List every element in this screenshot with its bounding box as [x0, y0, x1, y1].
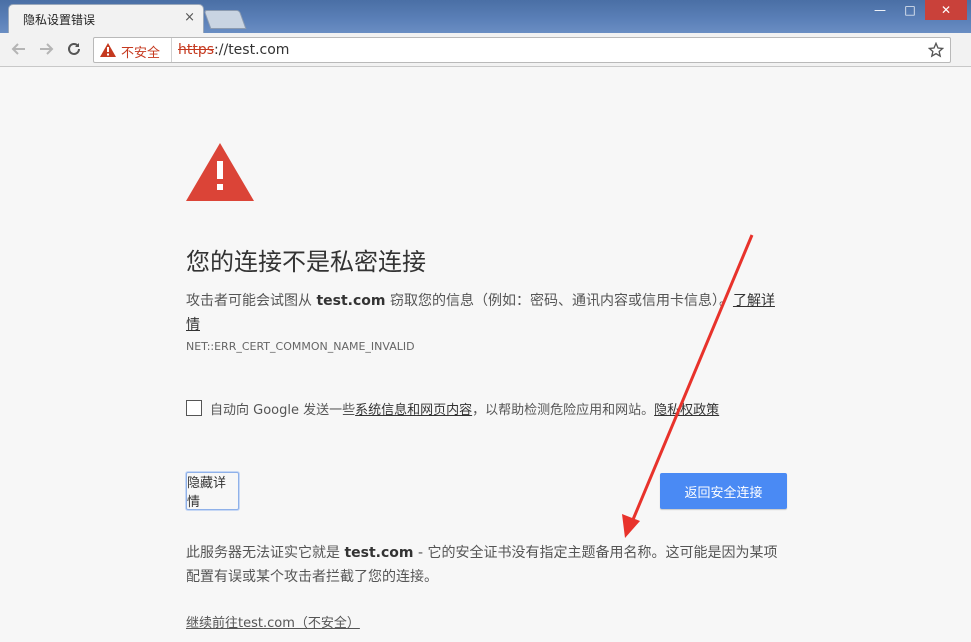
tab-close-button[interactable]: × — [184, 10, 195, 25]
warning-icon — [100, 43, 116, 57]
minimize-button[interactable]: — — [865, 0, 895, 20]
proceed-unsafe-link[interactable]: 继续前往test.com（不安全） — [186, 612, 360, 631]
intro-host: test.com — [316, 293, 386, 309]
window-controls: — □ ✕ — [865, 0, 967, 20]
error-code: NET::ERR_CERT_COMMON_NAME_INVALID — [186, 340, 415, 353]
arrow-right-icon — [40, 43, 54, 55]
omnibox-divider — [171, 38, 172, 62]
maximize-button[interactable]: □ — [895, 0, 925, 20]
address-bar[interactable]: 不安全 https://test.com — [93, 37, 951, 63]
intro-post: 窃取您的信息（例如：密码、通讯内容或信用卡信息）。 — [385, 293, 733, 309]
tab-title: 隐私设置错误 — [23, 13, 96, 27]
back-button[interactable] — [8, 38, 30, 60]
intro-pre: 攻击者可能会试图从 — [186, 293, 317, 309]
intro-text: 攻击者可能会试图从 test.com 窃取您的信息（例如：密码、通讯内容或信用卡… — [186, 289, 786, 337]
security-indicator[interactable]: 不安全 — [121, 42, 160, 61]
send-report-checkbox[interactable] — [186, 400, 202, 416]
active-tab[interactable]: 隐私设置错误 × — [8, 4, 204, 33]
tab-strip: 隐私设置错误 × — □ ✕ — [0, 0, 971, 33]
details-pre: 此服务器无法证实它就是 — [186, 545, 345, 561]
reload-icon — [68, 42, 80, 55]
interstitial-content: 您的连接不是私密连接 攻击者可能会试图从 test.com 窃取您的信息（例如：… — [0, 67, 971, 642]
url-scheme: https — [178, 42, 215, 58]
privacy-policy-link[interactable]: 隐私权政策 — [654, 403, 719, 418]
details-text: 此服务器无法证实它就是 test.com - 它的安全证书没有指定主题备用名称。… — [186, 541, 786, 589]
page-title: 您的连接不是私密连接 — [186, 248, 426, 276]
arrow-left-icon — [11, 43, 25, 55]
warning-triangle-icon — [186, 143, 254, 201]
forward-button[interactable] — [35, 38, 57, 60]
back-to-safety-button[interactable]: 返回安全连接 — [660, 473, 787, 509]
url-text: https://test.com — [178, 42, 289, 58]
bookmark-star-icon[interactable] — [928, 42, 944, 58]
new-tab-button[interactable] — [203, 10, 247, 29]
details-host: test.com — [344, 545, 414, 561]
reload-button[interactable] — [63, 38, 85, 60]
system-info-link[interactable]: 系统信息和网页内容 — [355, 403, 472, 418]
checkbox-pre: 自动向 Google 发送一些 — [210, 403, 356, 418]
hide-details-button[interactable]: 隐藏详情 — [186, 472, 239, 510]
send-report-label: 自动向 Google 发送一些系统信息和网页内容，以帮助检测危险应用和网站。隐私… — [210, 399, 719, 418]
close-window-button[interactable]: ✕ — [925, 0, 967, 20]
checkbox-mid: ，以帮助检测危险应用和网站。 — [472, 403, 655, 418]
toolbar: 不安全 https://test.com — [0, 33, 971, 67]
url-rest: ://test.com — [214, 42, 290, 58]
